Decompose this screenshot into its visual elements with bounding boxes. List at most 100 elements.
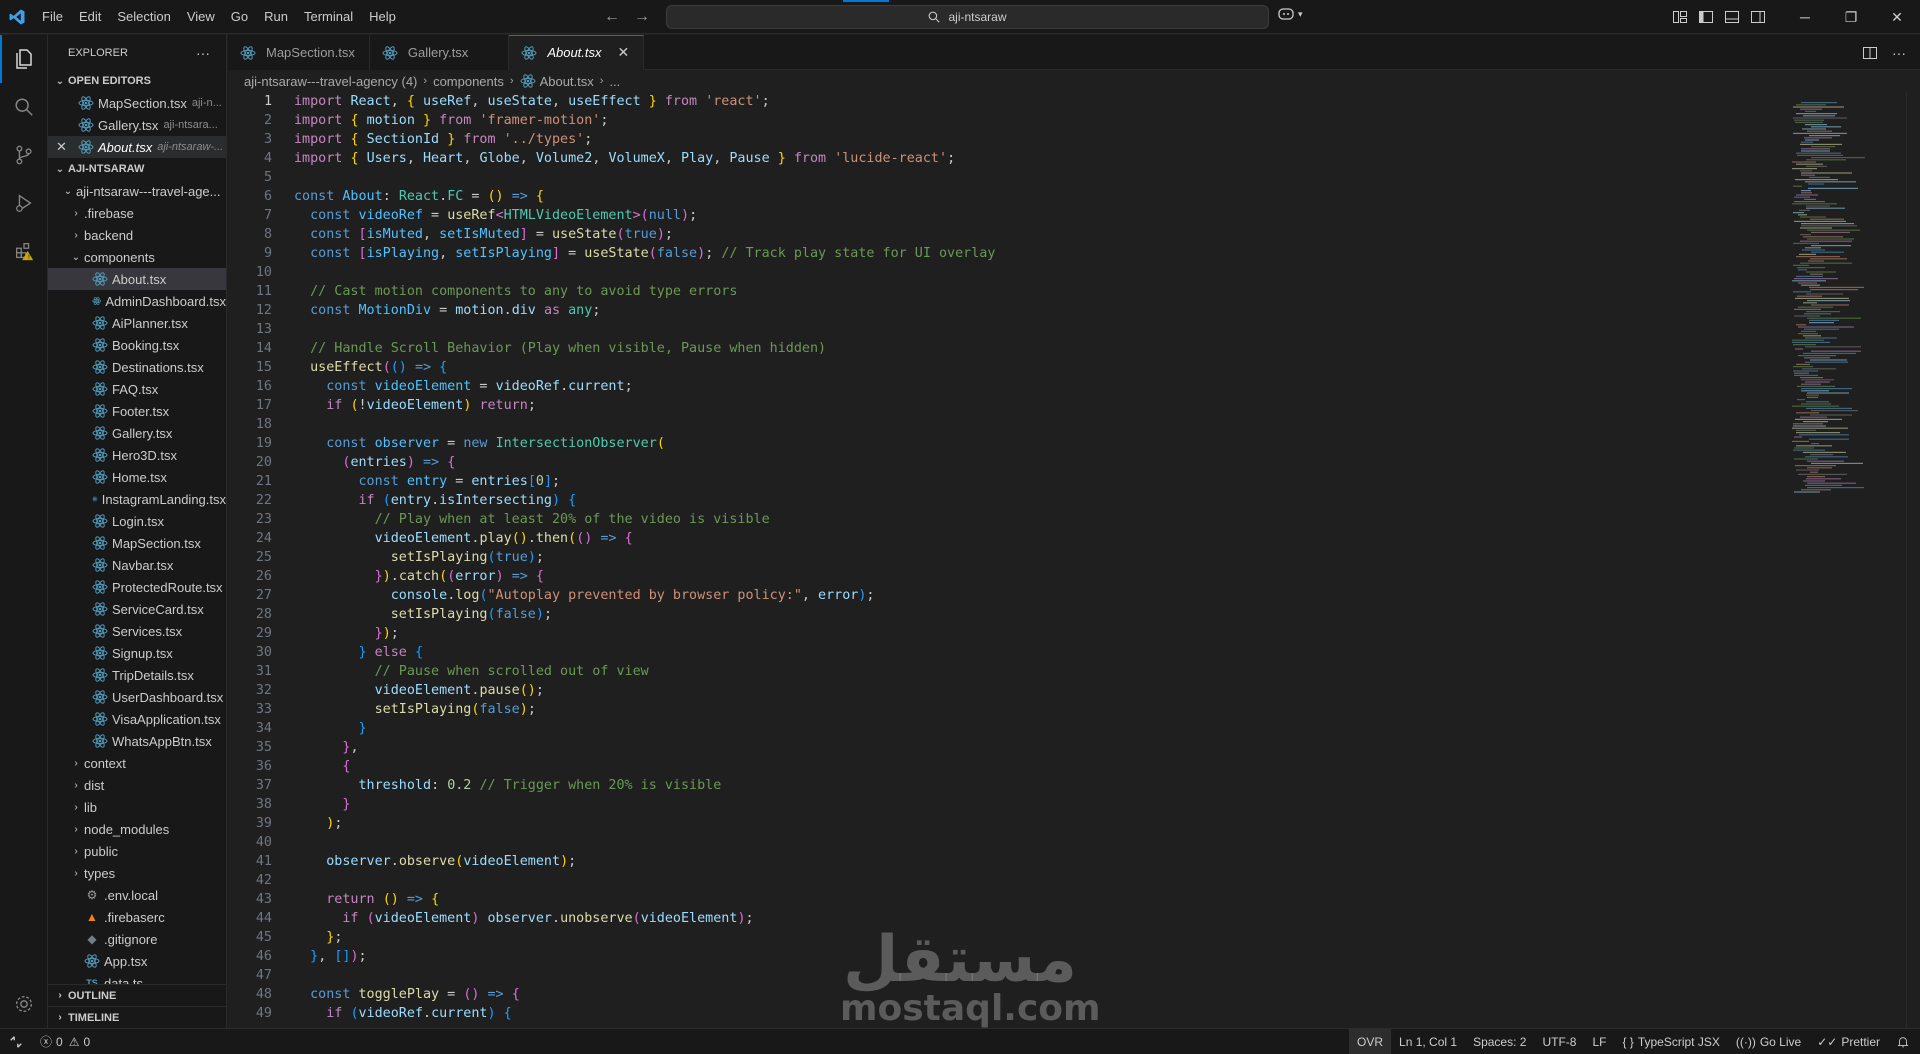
breadcrumb-item[interactable]: ... <box>609 74 620 89</box>
file-item[interactable]: App.tsx <box>48 950 226 972</box>
open-editor-item[interactable]: MapSection.tsx aji-n... <box>48 92 226 114</box>
code-editor[interactable]: 1 import React, { useRef, useState, useEf… <box>228 92 1788 1028</box>
file-item[interactable]: WhatsAppBtn.tsx <box>48 730 226 752</box>
file-item[interactable]: Signup.tsx <box>48 642 226 664</box>
timeline-section[interactable]: › TIMELINE <box>48 1006 226 1028</box>
minimap[interactable] <box>1788 92 1920 1028</box>
close-window-button[interactable]: ✕ <box>1874 0 1920 34</box>
folder-item[interactable]: › context <box>48 752 226 774</box>
folder-item[interactable]: › dist <box>48 774 226 796</box>
file-item[interactable]: UserDashboard.tsx <box>48 686 226 708</box>
encoding[interactable]: UTF-8 <box>1534 1029 1584 1054</box>
folder-item-components[interactable]: ⌄ components <box>48 246 226 268</box>
file-item[interactable]: Destinations.tsx <box>48 356 226 378</box>
file-item[interactable]: ◆ .gitignore <box>48 928 226 950</box>
file-item[interactable]: FAQ.tsx <box>48 378 226 400</box>
menu-help[interactable]: Help <box>361 0 404 34</box>
project-section[interactable]: ⌄ AJI-NTSARAW <box>48 158 226 180</box>
language-mode[interactable]: { } TypeScript JSX <box>1614 1029 1727 1054</box>
line-number: 49 <box>255 1006 272 1021</box>
tab-mapsection[interactable]: MapSection.tsx <box>228 35 370 70</box>
back-arrow-icon[interactable]: ← <box>604 8 620 26</box>
file-item[interactable]: Navbar.tsx <box>48 554 226 576</box>
explorer-activity[interactable] <box>0 35 48 83</box>
breadcrumb-item[interactable]: aji-ntsaraw---travel-agency (4) <box>244 74 417 89</box>
copilot-button[interactable]: ▾ <box>1278 7 1303 21</box>
outline-section[interactable]: › OUTLINE <box>48 984 226 1006</box>
open-editor-item[interactable]: Gallery.tsx aji-ntsara... <box>48 114 226 136</box>
file-item[interactable]: Services.tsx <box>48 620 226 642</box>
file-item[interactable]: ProtectedRoute.tsx <box>48 576 226 598</box>
toggle-panel-icon[interactable] <box>1724 9 1740 25</box>
source-control-activity[interactable] <box>0 131 48 179</box>
minimap-line <box>1811 157 1865 159</box>
breadcrumb-item[interactable]: About.tsx <box>540 74 594 89</box>
folder-item[interactable]: › types <box>48 862 226 884</box>
search-activity[interactable] <box>0 83 48 131</box>
file-item[interactable]: Footer.tsx <box>48 400 226 422</box>
file-item[interactable]: Booking.tsx <box>48 334 226 356</box>
run-debug-activity[interactable] <box>0 179 48 227</box>
notifications-button[interactable] <box>1888 1029 1920 1054</box>
cursor-position[interactable]: Ln 1, Col 1 <box>1391 1029 1465 1054</box>
customize-layout-icon[interactable] <box>1672 9 1688 25</box>
line-ending[interactable]: LF <box>1584 1029 1614 1054</box>
restore-button[interactable]: ❐ <box>1828 0 1874 34</box>
menu-file[interactable]: File <box>34 0 71 34</box>
menu-terminal[interactable]: Terminal <box>296 0 361 34</box>
manage-activity[interactable] <box>0 980 48 1028</box>
file-item[interactable]: MapSection.tsx <box>48 532 226 554</box>
menu-run[interactable]: Run <box>256 0 296 34</box>
root-folder[interactable]: ⌄ aji-ntsaraw---travel-age... <box>48 180 226 202</box>
file-item[interactable]: ⚙ .env.local <box>48 884 226 906</box>
file-item[interactable]: Home.tsx <box>48 466 226 488</box>
folder-item[interactable]: › public <box>48 840 226 862</box>
toggle-secondary-sidebar-icon[interactable] <box>1750 9 1766 25</box>
folder-item[interactable]: › backend <box>48 224 226 246</box>
extensions-activity[interactable]: ! <box>0 227 48 275</box>
vertical-scrollbar[interactable] <box>1906 92 1920 1028</box>
file-item[interactable]: ▲ .firebaserc <box>48 906 226 928</box>
folder-item[interactable]: › node_modules <box>48 818 226 840</box>
file-item[interactable]: TripDetails.tsx <box>48 664 226 686</box>
file-item[interactable]: ServiceCard.tsx <box>48 598 226 620</box>
line-number: 44 <box>255 911 272 926</box>
file-item[interactable]: Hero3D.tsx <box>48 444 226 466</box>
more-actions-icon[interactable]: ··· <box>196 45 210 61</box>
warning-count: 0 <box>83 1034 91 1049</box>
minimize-button[interactable]: ─ <box>1782 0 1828 34</box>
menu-edit[interactable]: Edit <box>71 0 109 34</box>
open-editors-section[interactable]: ⌄ OPEN EDITORS <box>48 70 226 92</box>
forward-arrow-icon[interactable]: → <box>634 8 650 26</box>
minimap-line <box>1810 218 1844 220</box>
problems-indicator[interactable]: ⓧ 0 ⚠ 0 <box>32 1029 98 1054</box>
folder-item[interactable]: › .firebase <box>48 202 226 224</box>
more-actions-icon[interactable]: ··· <box>1892 45 1906 61</box>
menu-selection[interactable]: Selection <box>109 0 178 34</box>
close-icon[interactable]: ✕ <box>618 44 630 61</box>
indentation[interactable]: Spaces: 2 <box>1465 1029 1534 1054</box>
overwrite-mode[interactable]: OVR <box>1349 1029 1392 1054</box>
file-item[interactable]: Login.tsx <box>48 510 226 532</box>
file-item[interactable]: Gallery.tsx <box>48 422 226 444</box>
prettier-button[interactable]: ✓✓ Prettier <box>1809 1029 1888 1054</box>
open-editor-item-active[interactable]: ✕ About.tsx aji-ntsaraw-... <box>48 136 226 158</box>
file-item[interactable]: AdminDashboard.tsx <box>48 290 226 312</box>
file-item[interactable]: InstagramLanding.tsx <box>48 488 226 510</box>
breadcrumb-item[interactable]: components <box>433 74 504 89</box>
file-item[interactable]: About.tsx <box>48 268 226 290</box>
file-item[interactable]: AiPlanner.tsx <box>48 312 226 334</box>
close-icon[interactable]: ✕ <box>56 139 72 155</box>
command-center[interactable]: aji-ntsaraw <box>666 5 1269 29</box>
remote-indicator[interactable] <box>0 1029 32 1054</box>
minimap-line <box>1811 245 1851 247</box>
go-live-button[interactable]: ((·)) Go Live <box>1728 1029 1809 1054</box>
split-editor-icon[interactable] <box>1862 45 1878 61</box>
menu-go[interactable]: Go <box>223 0 256 34</box>
folder-item[interactable]: › lib <box>48 796 226 818</box>
toggle-primary-sidebar-icon[interactable] <box>1698 9 1714 25</box>
tab-gallery[interactable]: Gallery.tsx <box>369 35 510 70</box>
menu-view[interactable]: View <box>179 0 223 34</box>
tab-about[interactable]: About.tsx ✕ <box>509 35 645 70</box>
file-item[interactable]: VisaApplication.tsx <box>48 708 226 730</box>
